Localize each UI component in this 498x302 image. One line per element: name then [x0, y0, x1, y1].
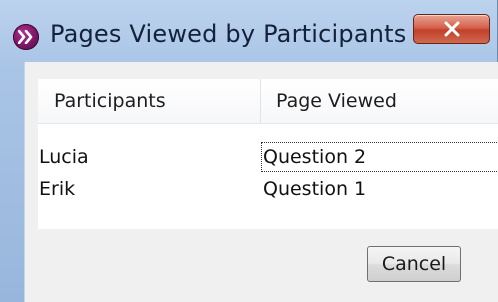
window-title: Pages Viewed by Participants	[50, 20, 407, 48]
table-row[interactable]: Erik Question 1	[38, 174, 498, 204]
dialog-content: Participants Page Viewed Lucia Question …	[24, 62, 498, 302]
column-header-page-viewed[interactable]: Page Viewed	[262, 79, 498, 123]
page-viewed-cell: Question 2	[261, 142, 498, 172]
app-icon	[13, 24, 39, 50]
title-bar[interactable]: Pages Viewed by Participants	[0, 0, 498, 62]
participant-cell: Lucia	[39, 146, 89, 168]
list-header: Participants Page Viewed	[38, 79, 498, 124]
page-viewed-cell: Question 1	[263, 178, 367, 200]
participants-list[interactable]: Participants Page Viewed Lucia Question …	[38, 79, 498, 229]
dialog-window: Pages Viewed by Participants Participant…	[0, 0, 498, 302]
close-button[interactable]	[413, 14, 490, 44]
close-icon	[444, 21, 460, 37]
cancel-button[interactable]: Cancel	[367, 246, 461, 282]
column-header-participants[interactable]: Participants	[38, 79, 261, 123]
table-row[interactable]: Lucia Question 2	[38, 142, 498, 172]
participant-cell: Erik	[39, 178, 76, 200]
